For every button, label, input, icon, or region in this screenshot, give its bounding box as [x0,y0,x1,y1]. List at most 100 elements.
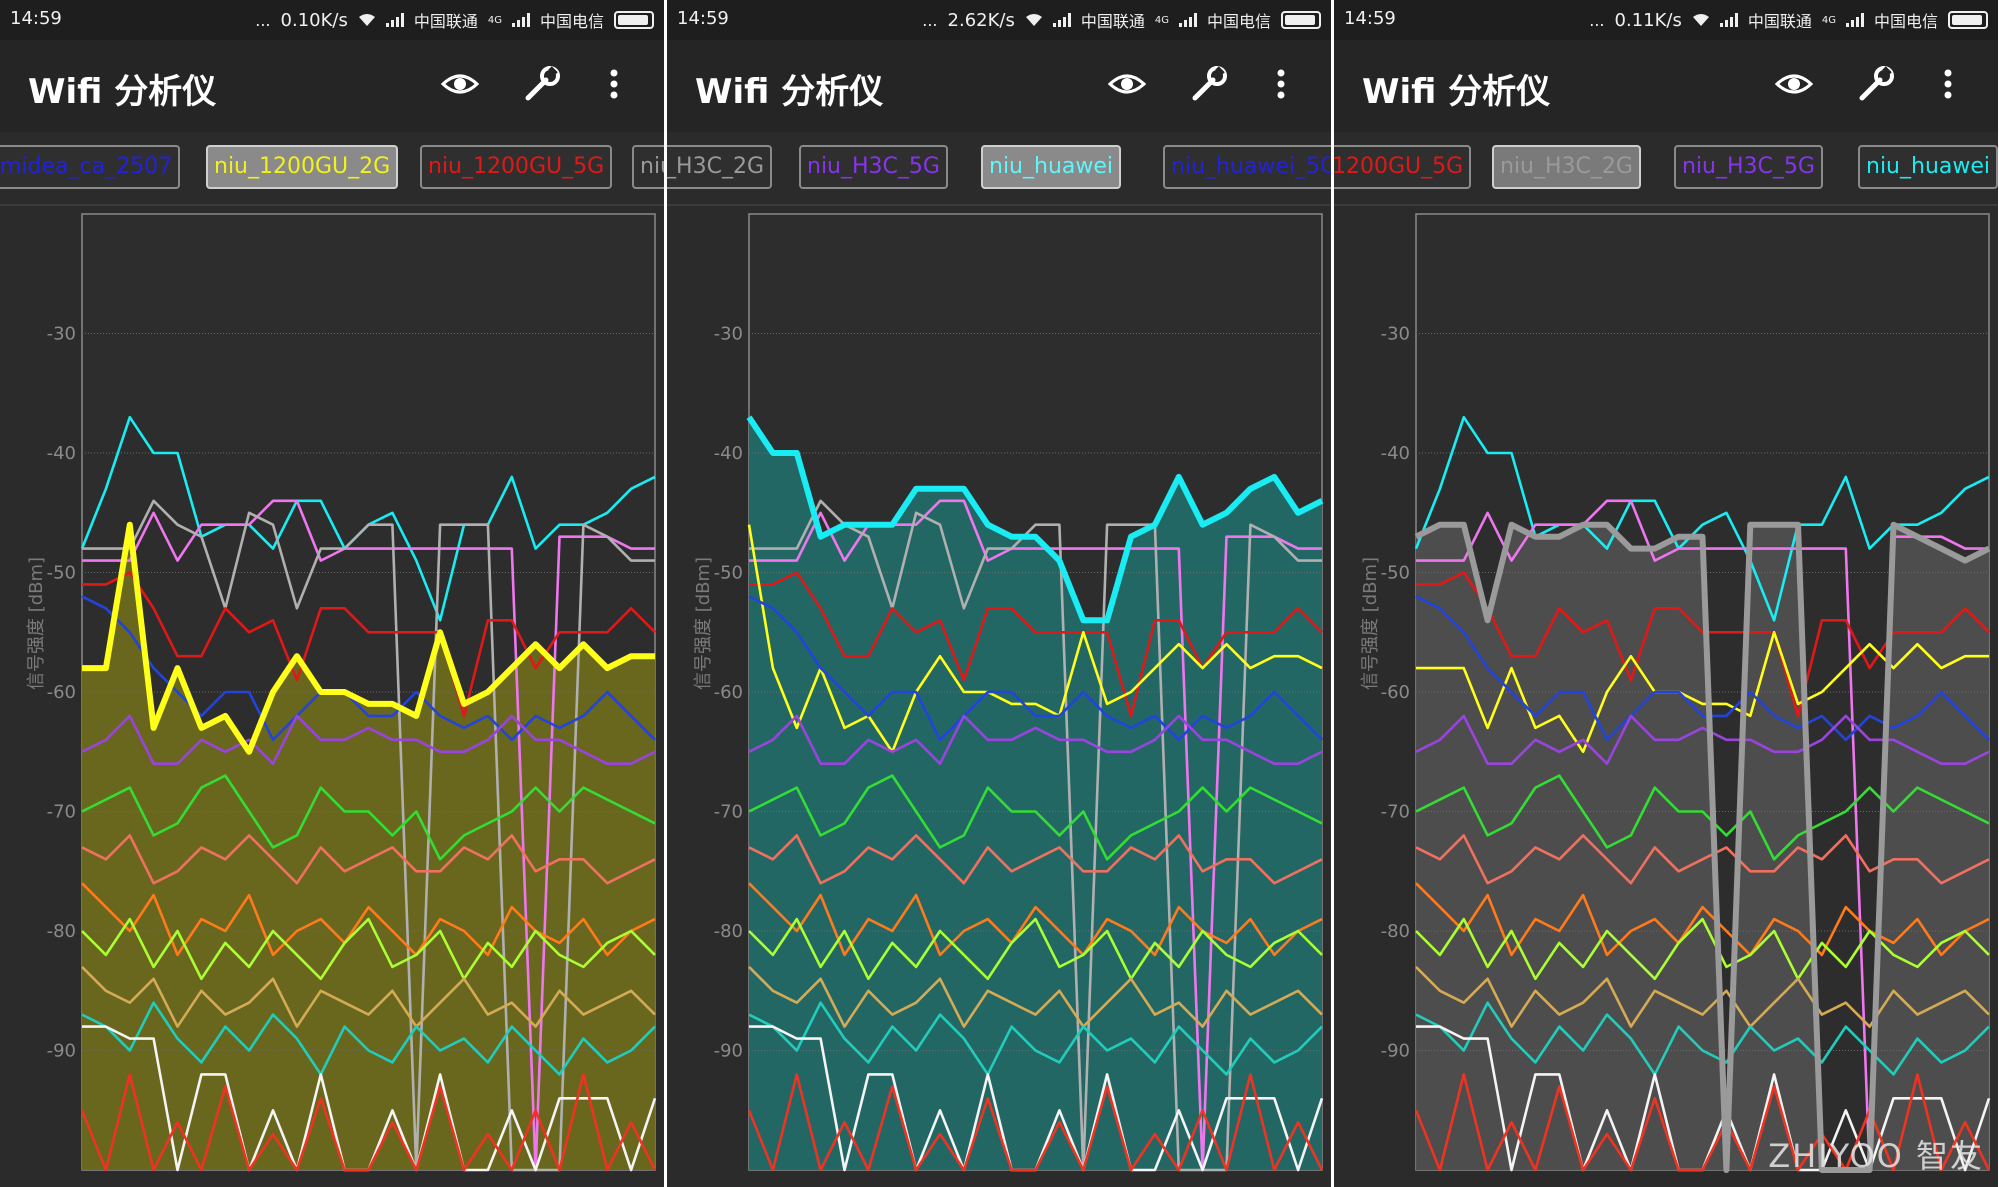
y-tick-label: -60 [714,682,743,703]
tab-network[interactable]: niu_H3C_2G [1492,145,1641,189]
wifi-icon [1025,14,1042,26]
more-vert-icon[interactable] [604,64,644,104]
status-indicators: ... 0.10K/s 中国联通 4G 中国电信 [255,8,654,32]
tab-network[interactable]: niu_H3C_2G [632,145,664,189]
status-indicators: ... 2.62K/s 中国联通 4G 中国电信 [922,8,1321,32]
wrench-icon[interactable] [522,64,562,104]
status-bar: 14:59 ... 0.11K/s 中国联通 4G 中国电信 [1334,0,1998,40]
watermark: ZHIYOO 智友 [1768,1137,1984,1175]
network-tabs: midea_ca_2507 niu_1200GU_2G niu_1200GU_5… [0,132,664,206]
tab-network[interactable]: niu_huawei [981,145,1122,189]
carrier-2: 中国电信 [539,12,604,31]
tab-network[interactable]: niu_1200GU_2G [206,145,399,189]
wifi-icon [358,14,375,26]
status-indicators: ... 0.11K/s 中国联通 4G 中国电信 [1589,8,1988,32]
screen-2: 14:59 ... 2.62K/s 中国联通 4G 中国电信 Wifi 分析仪 … [667,0,1331,1187]
battery-icon [1281,11,1321,29]
signal-chart: -30 -40 -50 -60 -70 -80 -90 [47,213,657,1172]
status-dots: ... [922,10,938,30]
network-tabs: 1200GU_5G niu_H3C_2G niu_H3C_5G niu_huaw… [1334,132,1998,206]
carrier-1: 中国联通 [413,12,478,31]
network-type: 4G [487,14,502,26]
carrier-1: 中国联通 [1080,12,1145,31]
tab-label: 1200GU_5G [1334,154,1464,179]
y-tick-label: -30 [714,324,743,345]
tab-network[interactable]: niu_huawei [1858,145,1998,189]
tab-label: niu_1200GU_2G [214,154,391,179]
app-bar: Wifi 分析仪 [0,40,664,132]
signal-icon-2 [1845,13,1864,27]
network-speed: 0.11K/s [1614,9,1682,31]
app-title: Wifi 分析仪 [28,72,217,112]
y-tick-label: -70 [1381,802,1410,823]
signal-chart: -30 -40 -50 -60 -70 -80 -90 [714,213,1324,1172]
y-tick-label: -70 [47,802,76,823]
y-tick-label: -90 [1381,1041,1410,1062]
app-bar: Wifi 分析仪 [1334,40,1998,132]
wifi-icon [1692,14,1709,26]
signal-icon-2 [1178,13,1197,27]
network-type: 4G [1821,14,1836,26]
signal-icon [1052,13,1071,27]
y-tick-label: -60 [1381,682,1410,703]
y-axis-label: 信号强度 [dBm] [26,556,47,690]
y-tick-label: -50 [714,563,743,584]
y-axis-label: 信号强度 [dBm] [693,556,714,690]
network-speed: 0.10K/s [280,9,348,31]
eye-icon[interactable] [1107,64,1147,104]
battery-icon [1948,11,1988,29]
tab-network[interactable]: ni_H3C_2G [667,145,773,189]
y-tick-label: -30 [47,324,76,345]
app-title: Wifi 分析仪 [1362,72,1551,112]
tab-label: niu_H3C_2G [640,154,664,179]
signal-icon-2 [511,13,530,27]
tab-network[interactable]: niu_1200GU_5G [420,145,613,189]
tab-network[interactable]: 1200GU_5G [1334,145,1472,189]
status-dots: ... [255,10,271,30]
y-tick-label: -60 [47,682,76,703]
status-time: 14:59 [10,8,62,29]
status-bar: 14:59 ... 0.10K/s 中国联通 4G 中国电信 [0,0,664,40]
tab-label: niu_H3C_5G [807,154,940,179]
tab-network[interactable]: niu_huawei_5G [1163,145,1331,189]
wrench-icon[interactable] [1856,64,1896,104]
status-time: 14:59 [1344,8,1396,29]
tab-network[interactable]: midea_ca_2507 [0,145,181,189]
more-vert-icon[interactable] [1271,64,1311,104]
y-tick-label: -50 [1381,563,1410,584]
signal-icon [385,13,404,27]
y-tick-label: -30 [1381,324,1410,345]
y-tick-label: -50 [47,563,76,584]
wrench-icon[interactable] [1189,64,1229,104]
tab-network[interactable]: niu_H3C_5G [799,145,948,189]
highlight-area [1416,524,1989,1170]
tab-label: niu_huawei [1866,154,1991,179]
eye-icon[interactable] [440,64,480,104]
battery-icon [614,11,654,29]
y-tick-label: -80 [47,921,76,942]
status-bar: 14:59 ... 2.62K/s 中国联通 4G 中国电信 [667,0,1331,40]
tab-label: midea_ca_2507 [0,154,173,179]
carrier-2: 中国电信 [1873,12,1938,31]
more-vert-icon[interactable] [1938,64,1978,104]
network-tabs: ni_H3C_2G niu_H3C_5G niu_huawei niu_huaw… [667,132,1331,206]
carrier-1: 中国联通 [1747,12,1812,31]
status-dots: ... [1589,10,1605,30]
y-tick-label: -90 [47,1041,76,1062]
y-tick-label: -40 [47,443,76,464]
eye-icon[interactable] [1774,64,1814,104]
app-bar: Wifi 分析仪 [667,40,1331,132]
y-tick-label: -90 [714,1041,743,1062]
status-time: 14:59 [677,8,729,29]
y-tick-label: -40 [714,443,743,464]
tab-label: ni_H3C_2G [667,154,765,179]
tab-label: niu_1200GU_5G [428,154,605,179]
y-axis-label: 信号强度 [dBm] [1360,556,1381,690]
screen-1: 14:59 ... 0.10K/s 中国联通 4G 中国电信 Wifi 分析仪 … [0,0,664,1187]
app-title: Wifi 分析仪 [695,72,884,112]
tab-label: niu_H3C_5G [1682,154,1815,179]
tab-label: niu_huawei_5G [1171,154,1331,179]
tab-label: niu_H3C_2G [1500,154,1633,179]
network-type: 4G [1154,14,1169,26]
tab-network[interactable]: niu_H3C_5G [1674,145,1823,189]
